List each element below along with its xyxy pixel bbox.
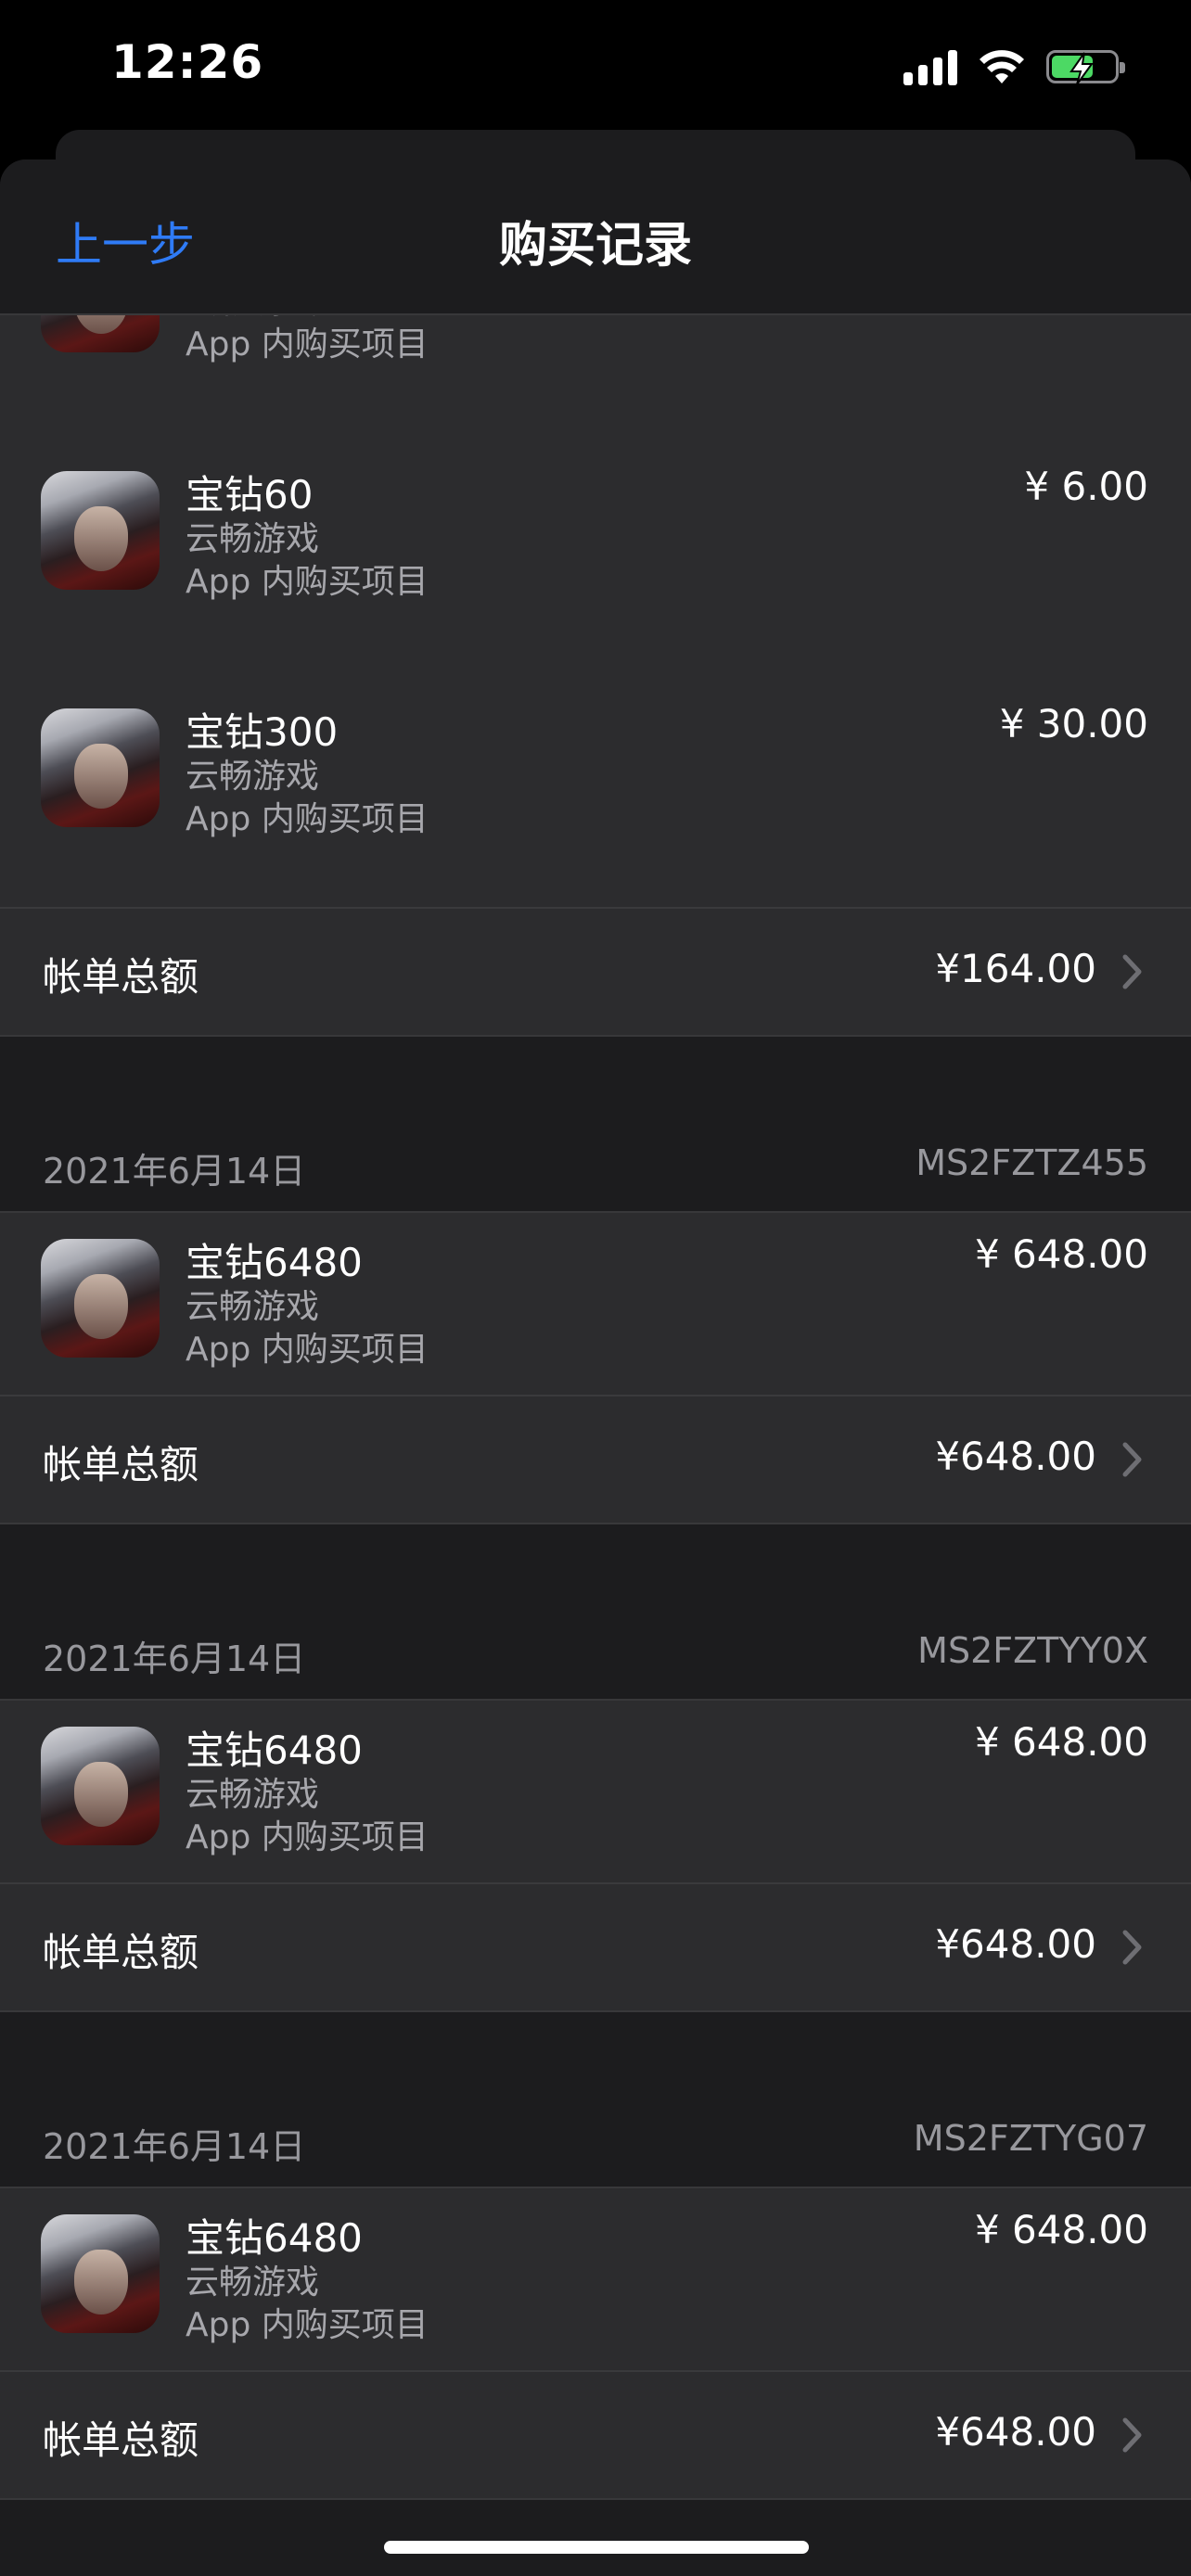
item-price: ¥ 6.00	[1024, 464, 1148, 509]
item-type: App 内购买项目	[186, 800, 429, 838]
chevron-right-icon	[1122, 1930, 1142, 1965]
item-type: App 内购买项目	[186, 2306, 429, 2344]
status-icons	[903, 43, 1125, 91]
purchase-item[interactable]: 宝钻300 云畅游戏 App 内购买项目 ¥ 30.00	[0, 670, 1191, 907]
item-developer: 云畅游戏	[186, 1288, 320, 1326]
purchase-item[interactable]: 宝钻6480 云畅游戏 App 内购买项目 ¥ 648.00	[0, 1701, 1191, 1882]
bill-total-row[interactable]: 帐单总额 ¥648.00	[0, 1882, 1191, 2010]
bill-total-label: 帐单总额	[43, 2417, 199, 2463]
game-character-app-icon	[41, 2214, 160, 2333]
chevron-right-icon	[1122, 1442, 1142, 1477]
navigation-bar: 上一步 购买记录	[0, 159, 1191, 315]
receipt-date: 2021年6月14日	[43, 1639, 306, 1679]
item-price: ¥ 648.00	[974, 1719, 1148, 1765]
bill-total-row[interactable]: 帐单总额 ¥164.00	[0, 907, 1191, 1035]
item-type: App 内购买项目	[186, 1331, 429, 1369]
home-indicator[interactable]	[384, 2541, 809, 2554]
item-type: App 内购买项目	[186, 563, 429, 601]
status-bar: 12:26	[0, 0, 1191, 130]
bill-total-value: ¥648.00	[935, 2409, 1096, 2455]
cellular-signal-icon	[903, 48, 957, 85]
receipt-group: 宝钻6480 云畅游戏 App 内购买项目 ¥ 648.00 帐单总额 ¥648…	[0, 2188, 1191, 2500]
page-title: 购买记录	[498, 218, 692, 274]
battery-charging-icon	[1046, 50, 1125, 85]
item-price: ¥ 648.00	[974, 2207, 1148, 2252]
bill-total-label: 帐单总额	[43, 1442, 199, 1487]
item-developer: 云畅游戏	[186, 520, 320, 558]
item-developer: 云畅游戏	[186, 1776, 320, 1814]
receipt-header: 2021年6月14日 MS2FZTYG07	[0, 2112, 1191, 2188]
bill-total-row[interactable]: 帐单总额 ¥648.00	[0, 2370, 1191, 2500]
purchase-list[interactable]: 云畅游戏 App 内购买项目 宝钻60 云畅游戏 App 内购买项目 ¥ 6.0…	[0, 195, 1191, 2500]
chevron-right-icon	[1122, 954, 1142, 989]
order-id: MS2FZTZ455	[916, 1142, 1148, 1183]
bill-total-value: ¥648.00	[935, 1434, 1096, 1479]
status-time: 12:26	[111, 35, 264, 89]
receipt-header: 2021年6月14日 MS2FZTZ455	[0, 1137, 1191, 1213]
game-character-app-icon	[41, 1239, 160, 1358]
purchase-item[interactable]: 宝钻6480 云畅游戏 App 内购买项目 ¥ 648.00	[0, 2188, 1191, 2370]
item-type: App 内购买项目	[186, 1818, 429, 1856]
purchase-item[interactable]: 宝钻6480 云畅游戏 App 内购买项目 ¥ 648.00	[0, 1213, 1191, 1395]
item-type: App 内购买项目	[186, 325, 429, 363]
item-price: ¥ 30.00	[999, 701, 1148, 746]
order-id: MS2FZTYY0X	[917, 1630, 1148, 1671]
purchase-item[interactable]: 宝钻60 云畅游戏 App 内购买项目 ¥ 6.00	[0, 432, 1191, 670]
section-spacer	[0, 1035, 1191, 1137]
bill-total-label: 帐单总额	[43, 954, 199, 1000]
order-id: MS2FZTYG07	[913, 2118, 1148, 2159]
wifi-icon	[980, 50, 1024, 83]
purchase-history-sheet: 上一步 购买记录 云畅游戏 App 内购买项目 宝钻60 云畅游戏 App 内购…	[0, 159, 1191, 2576]
item-developer: 云畅游戏	[186, 2264, 320, 2302]
receipt-header: 2021年6月14日 MS2FZTYY0X	[0, 1625, 1191, 1701]
game-character-app-icon	[41, 1727, 160, 1845]
bill-total-value: ¥648.00	[935, 1921, 1096, 1967]
receipt-group: 宝钻6480 云畅游戏 App 内购买项目 ¥ 648.00 帐单总额 ¥648…	[0, 1213, 1191, 1523]
receipt-group: 宝钻6480 云畅游戏 App 内购买项目 ¥ 648.00 帐单总额 ¥648…	[0, 1701, 1191, 2010]
receipt-date: 2021年6月14日	[43, 2126, 306, 2167]
item-price: ¥ 648.00	[974, 1231, 1148, 1277]
receipt-group: 云畅游戏 App 内购买项目 宝钻60 云畅游戏 App 内购买项目 ¥ 6.0…	[0, 195, 1191, 1035]
bill-total-value: ¥164.00	[935, 946, 1096, 991]
bill-total-row[interactable]: 帐单总额 ¥648.00	[0, 1395, 1191, 1523]
section-spacer	[0, 1523, 1191, 1625]
bill-total-label: 帐单总额	[43, 1930, 199, 1975]
section-spacer	[0, 2010, 1191, 2112]
chevron-right-icon	[1122, 2417, 1142, 2453]
receipt-date: 2021年6月14日	[43, 1151, 306, 1192]
game-character-app-icon	[41, 708, 160, 827]
game-character-app-icon	[41, 471, 160, 590]
item-developer: 云畅游戏	[186, 758, 320, 796]
